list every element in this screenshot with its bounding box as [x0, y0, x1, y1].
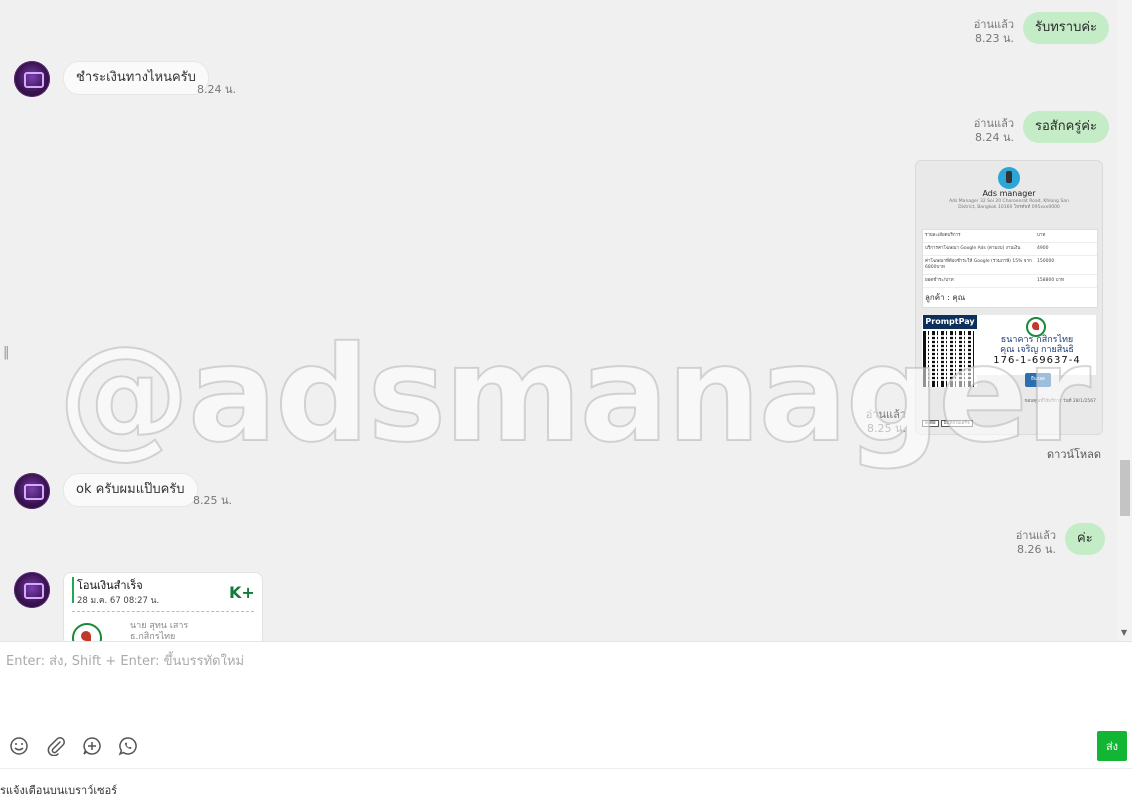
accent-bar	[72, 577, 74, 603]
message-incoming: ชำระเงินทางไหนครับ	[63, 61, 209, 95]
message-time: 8.23 น.	[974, 32, 1014, 45]
table-row: ค่าโฆษณาที่ต้องชำระให้ Google (รวมภาษี) …	[923, 256, 1097, 275]
send-button[interactable]: ส่ง	[1097, 731, 1127, 761]
invoice-footer-buttons: ส่งต่อ บันทึกใบเสร็จ	[922, 419, 975, 427]
kplus-logo: K+	[229, 583, 255, 602]
row-item: บริการค่าโฆษณา Google Ads (ตามงบ) งานเงิ…	[925, 246, 1021, 251]
scrollbar[interactable]: ▼	[1118, 0, 1132, 641]
download-link[interactable]: ดาวน์โหลด	[1047, 445, 1101, 463]
row-amount: 150000	[1037, 259, 1055, 264]
resize-handle-icon[interactable]: ‖	[3, 345, 10, 360]
total-row: ยอดชำระ/บาท 158800 บาท	[923, 275, 1097, 288]
row-amount: 4900	[1037, 246, 1049, 251]
message-time: 8.24 น.	[197, 83, 237, 96]
add-message-icon[interactable]	[82, 736, 102, 756]
customer-name: ลูกค้า : คุณ	[925, 293, 966, 302]
message-outgoing: ค่ะ	[1065, 523, 1105, 555]
qr-code-icon	[923, 331, 977, 387]
table-header: รายละเอียดบริการ บาท	[923, 230, 1097, 243]
sender-name: นาย สุทน เสาร	[130, 621, 189, 631]
message-text: ค่ะ	[1077, 531, 1093, 546]
payment-box: PromptPay ธนาคาร กสิกรไทย คุณ เจริญ กายส…	[922, 315, 1096, 387]
confirm-button: ยืนยอด	[1025, 373, 1051, 387]
scrollbar-thumb[interactable]	[1120, 460, 1130, 516]
read-status: อ่านแล้ว	[973, 18, 1014, 31]
composer: ส่ง	[0, 641, 1132, 769]
message-incoming: ok ครับผมแป๊บครับ	[63, 473, 198, 507]
browser-notification-text[interactable]: รแจ้งเตือนบนเบราว์เซอร์	[0, 781, 117, 799]
avatar[interactable]	[14, 572, 50, 608]
invoice-company: Ads manager	[982, 189, 1036, 198]
save-receipt-button: บันทึกใบเสร็จ	[940, 420, 973, 427]
message-outgoing: รอสักครู่ค่ะ	[1023, 111, 1109, 143]
bank-name: ธนาคาร กสิกรไทย	[1000, 335, 1074, 345]
message-text: รอสักครู่ค่ะ	[1035, 119, 1097, 134]
header-amount: บาท	[1037, 233, 1046, 238]
emoji-icon[interactable]	[9, 736, 29, 756]
transfer-title: โอนเงินสำเร็จ	[77, 579, 143, 592]
message-time: 8.24 น.	[974, 131, 1014, 144]
message-meta: อ่านแล้ว 8.23 น.	[960, 18, 1014, 46]
read-status: อ่านแล้ว	[1015, 529, 1056, 542]
invoice-address: Ads Manager 32 Soi 20 Charoenrat Road, K…	[949, 199, 1069, 210]
kbank-logo-icon	[1026, 317, 1046, 337]
message-time: 8.26 น.	[1016, 543, 1056, 556]
message-text: รับทราบค่ะ	[1035, 20, 1098, 35]
divider	[72, 611, 254, 612]
message-outgoing: รับทราบค่ะ	[1023, 12, 1110, 44]
avatar[interactable]	[14, 473, 50, 509]
total-amount: 158800 บาท	[1037, 278, 1064, 283]
read-status: อ่านแล้ว	[973, 117, 1014, 130]
message-meta: อ่านแล้ว 8.25 น.	[850, 408, 906, 436]
read-status: อ่านแล้ว	[865, 408, 906, 421]
message-meta: อ่านแล้ว 8.24 น.	[960, 117, 1014, 145]
invoice-table: รายละเอียดบริการ บาท บริการค่าโฆษณา Goog…	[922, 229, 1098, 308]
total-label: ยอดชำระ/บาท	[925, 278, 954, 283]
company-logo-icon	[998, 167, 1020, 189]
chat-area: รับทราบค่ะ อ่านแล้ว 8.23 น. ชำระเงินทางไ…	[0, 0, 1118, 641]
sender-bank: ธ.กสิกรไทย	[130, 632, 176, 641]
avatar[interactable]	[14, 61, 50, 97]
message-input[interactable]	[0, 650, 1132, 728]
bank-info: ธนาคาร กสิกรไทย คุณ เจริญ กายสินธิ	[980, 335, 1094, 355]
header-item: รายละเอียดบริการ	[925, 233, 961, 238]
message-time: 8.25 น.	[866, 422, 906, 435]
transfer-date: 28 ม.ค. 67 08:27 น.	[77, 596, 160, 606]
invoice-footer: ขอบคุณที่ใช้บริการ วันที่ 28/1/2567	[1024, 399, 1096, 404]
transfer-slip-image[interactable]: โอนเงินสำเร็จ 28 ม.ค. 67 08:27 น. K+ นาย…	[63, 572, 263, 641]
whatsapp-icon[interactable]	[118, 736, 138, 756]
account-number: 176-1-69637-4	[993, 355, 1081, 366]
row-item: ค่าโฆษณาที่ต้องชำระให้ Google (รวมภาษี) …	[925, 259, 1032, 270]
message-text: ok ครับผมแป๊บครับ	[76, 482, 185, 497]
attachment-icon[interactable]	[46, 736, 66, 756]
message-text: ชำระเงินทางไหนครับ	[76, 70, 196, 85]
promptpay-label: PromptPay	[923, 315, 977, 329]
message-time: 8.25 น.	[193, 494, 233, 507]
scroll-down-icon[interactable]: ▼	[1121, 628, 1127, 637]
invoice-image[interactable]: Ads manager Ads Manager 32 Soi 20 Charoe…	[915, 160, 1103, 435]
account-name: คุณ เจริญ กายสินธิ	[1000, 345, 1074, 355]
sender-info: นาย สุทน เสาร ธ.กสิกรไทย	[130, 621, 188, 641]
forward-button: ส่งต่อ	[922, 420, 939, 427]
kbank-logo-icon	[72, 623, 102, 641]
notification-bar: รแจ้งเตือนบนเบราว์เซอร์	[0, 768, 1132, 797]
table-row: บริการค่าโฆษณา Google Ads (ตามงบ) งานเงิ…	[923, 243, 1097, 256]
message-meta: อ่านแล้ว 8.26 น.	[1000, 529, 1056, 557]
